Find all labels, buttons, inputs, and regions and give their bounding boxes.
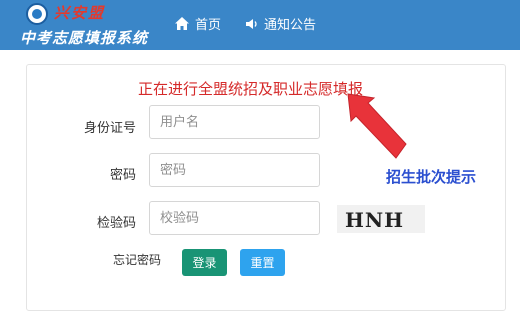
forgot-password-link[interactable]: 忘记密码 — [113, 251, 161, 268]
nav-notice[interactable]: 通知公告 — [246, 14, 316, 33]
batch-hint-annotation: 招生批次提示 — [386, 168, 477, 186]
brand-name: 兴安盟 — [54, 4, 106, 22]
captcha-label: 检验码 — [96, 216, 136, 231]
nav-home-label: 首页 — [195, 18, 222, 33]
password-label: 密码 — [109, 168, 136, 183]
speaker-icon — [246, 18, 257, 29]
home-icon — [175, 17, 189, 30]
id-number-input[interactable] — [149, 105, 320, 139]
logo — [26, 3, 48, 25]
password-input[interactable] — [149, 153, 320, 187]
nav-home[interactable]: 首页 — [175, 14, 221, 33]
login-button[interactable]: 登录 — [182, 249, 227, 276]
id-label: 身份证号 — [83, 121, 136, 136]
annotation-arrow-icon — [347, 93, 407, 159]
batch-notice: 正在进行全盟统招及职业志愿填报 — [138, 80, 364, 98]
nav-notice-label: 通知公告 — [264, 18, 317, 33]
system-title: 中考志愿填报系统 — [20, 29, 149, 47]
captcha-text: HNH — [345, 208, 405, 232]
captcha-input[interactable] — [149, 201, 320, 235]
captcha-image[interactable]: HNH — [337, 205, 425, 233]
reset-button[interactable]: 重置 — [240, 249, 285, 276]
top-header: 兴安盟 中考志愿填报系统 首页 通知公告 — [0, 0, 520, 50]
